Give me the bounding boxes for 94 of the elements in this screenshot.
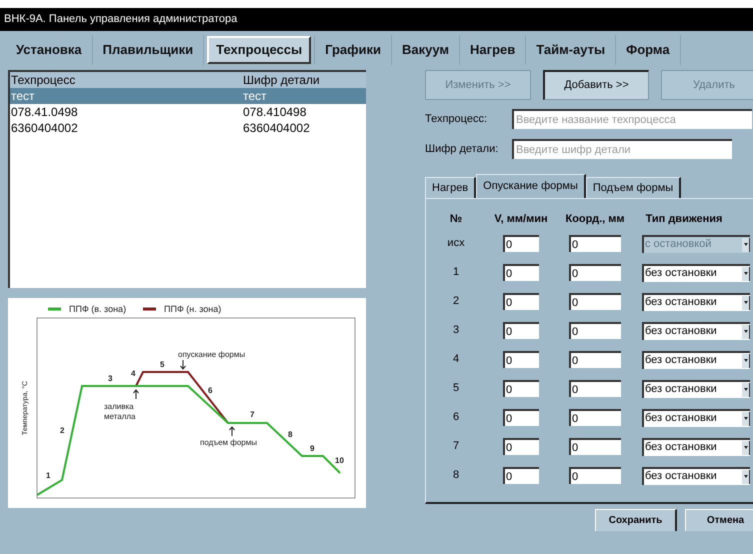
row-number: исх [446, 236, 466, 252]
column-header: Шифр детали [243, 72, 320, 89]
coordinate-field[interactable]: 0 [569, 293, 621, 310]
row-number: 2 [452, 294, 460, 310]
motion-type-dropdown[interactable]: без остановки [642, 292, 750, 310]
footer-button[interactable]: Отмена [685, 509, 753, 531]
speed-field[interactable]: 0 [503, 322, 539, 339]
list-row[interactable]: 6360404002 6360404002 [10, 120, 366, 136]
motion-type-dropdown[interactable]: без остановки [642, 408, 750, 426]
coordinate-field[interactable]: 0 [569, 322, 621, 339]
coordinate-field[interactable]: 0 [569, 351, 621, 368]
tab[interactable]: Нагрев [463, 36, 522, 64]
coordinate-field[interactable]: 0 [569, 467, 621, 484]
speed-field[interactable]: 0 [503, 264, 539, 281]
dropdown-value: без остановки [644, 295, 718, 310]
down-arrow-icon [180, 360, 186, 370]
speed-field[interactable]: 0 [503, 438, 539, 455]
row-number: 5 [452, 381, 460, 396]
row-number: 8 [452, 468, 460, 484]
dropdown-value: без остановки [644, 353, 718, 368]
subtab[interactable]: Нагрев [425, 177, 476, 198]
dropdown-value: без остановки [644, 324, 718, 340]
diagram-annotation: опускание формы [178, 350, 246, 359]
speed-field[interactable]: 0 [503, 467, 539, 484]
stage-number: 3 [108, 374, 112, 383]
motion-type-dropdown[interactable]: без остановки [642, 264, 750, 282]
column-header: № [448, 212, 464, 227]
column-header: Коорд., мм [564, 212, 626, 227]
field-label: Техпроцесс: [425, 112, 488, 127]
up-arrow-icon [133, 389, 139, 400]
dropdown-value: без остановки [644, 469, 718, 484]
coordinate-field[interactable]: 0 [569, 409, 621, 426]
speed-field[interactable]: 0 [503, 351, 539, 368]
legend-label: ППФ (в. зона) [69, 304, 126, 314]
list-cell-text: тест [10, 88, 36, 105]
stage-number: 7 [250, 410, 254, 419]
speed-field[interactable]: 0 [503, 409, 539, 426]
tab[interactable]: Форма [619, 36, 677, 64]
row-number: 4 [452, 352, 460, 368]
motion-type-dropdown[interactable]: без остановки [642, 350, 750, 368]
column-header: Тип движения [644, 212, 724, 227]
list-cell-text: 078.410498 [243, 104, 306, 121]
coordinate-field[interactable]: 0 [569, 438, 621, 455]
dropdown-value: без остановки [644, 440, 718, 456]
row-number: 6 [452, 410, 460, 426]
motion-type-dropdown[interactable]: без остановки [642, 438, 750, 456]
list-row[interactable]: тест тест [10, 88, 366, 104]
footer-button[interactable]: Сохранить [595, 509, 677, 531]
list-cell-text: 078.41.0498 [10, 104, 79, 121]
motion-type-dropdown[interactable]: без остановки [642, 380, 750, 398]
subtab[interactable]: Опускание формы [476, 174, 586, 198]
tab[interactable]: Установка [9, 36, 89, 64]
stage-number: 4 [131, 369, 136, 378]
list-cell-text: 6360404002 [10, 120, 79, 137]
row-number: 7 [452, 439, 460, 454]
row-number: 1 [452, 265, 460, 280]
text-field[interactable]: Введите название техпроцесса [512, 109, 752, 129]
column-header: V, мм/мин [493, 212, 549, 227]
coordinate-field[interactable]: 0 [569, 264, 621, 281]
stage-number: 5 [160, 360, 164, 369]
tab[interactable]: Тайм-ауты [529, 36, 612, 64]
up-arrow-icon [229, 426, 235, 436]
diagram-annotation: подъем формы [200, 438, 257, 447]
window-title: ВНК-9А. Панель управления администратора [4, 12, 238, 28]
list-cell-text: тест [243, 88, 267, 105]
subtab[interactable]: Подъем формы [586, 177, 682, 198]
tab[interactable]: Вакуум [395, 36, 456, 64]
stage-number: 8 [288, 430, 292, 439]
speed-field[interactable]: 0 [503, 380, 539, 397]
stage-number: 1 [46, 471, 50, 480]
dropdown-value: с остановкой [644, 237, 712, 252]
column-header: Техпроцесс [10, 72, 76, 89]
tab[interactable]: Графики [318, 36, 388, 64]
stage-number: 2 [60, 426, 64, 435]
action-button[interactable]: Добавить >> [543, 70, 649, 100]
motion-type-dropdown[interactable]: без остановки [642, 466, 750, 484]
list-row[interactable]: 078.41.0498 078.410498 [10, 104, 366, 120]
motion-type-dropdown[interactable]: без остановки [642, 322, 750, 340]
dropdown-value: без остановки [644, 382, 718, 398]
field-label: Шифр детали: [425, 142, 500, 157]
coordinate-field[interactable]: 0 [569, 380, 621, 397]
row-number: 3 [452, 323, 460, 338]
tab[interactable]: Плавильщики [96, 36, 200, 64]
list-cell-text: 6360404002 [243, 120, 310, 137]
stage-number: 6 [208, 386, 212, 395]
dropdown-value: без остановки [644, 411, 718, 426]
tab[interactable]: Техпроцессы [207, 36, 312, 64]
stage-number: 9 [310, 444, 314, 453]
text-field[interactable]: Введите шифр детали [512, 139, 732, 159]
speed-field[interactable]: 0 [503, 293, 539, 310]
legend-label: ППФ (н. зона) [164, 304, 222, 314]
dropdown-value: без остановки [644, 266, 718, 282]
stage-number: 10 [335, 456, 344, 465]
diagram-annotation: заливка металла [104, 402, 136, 421]
